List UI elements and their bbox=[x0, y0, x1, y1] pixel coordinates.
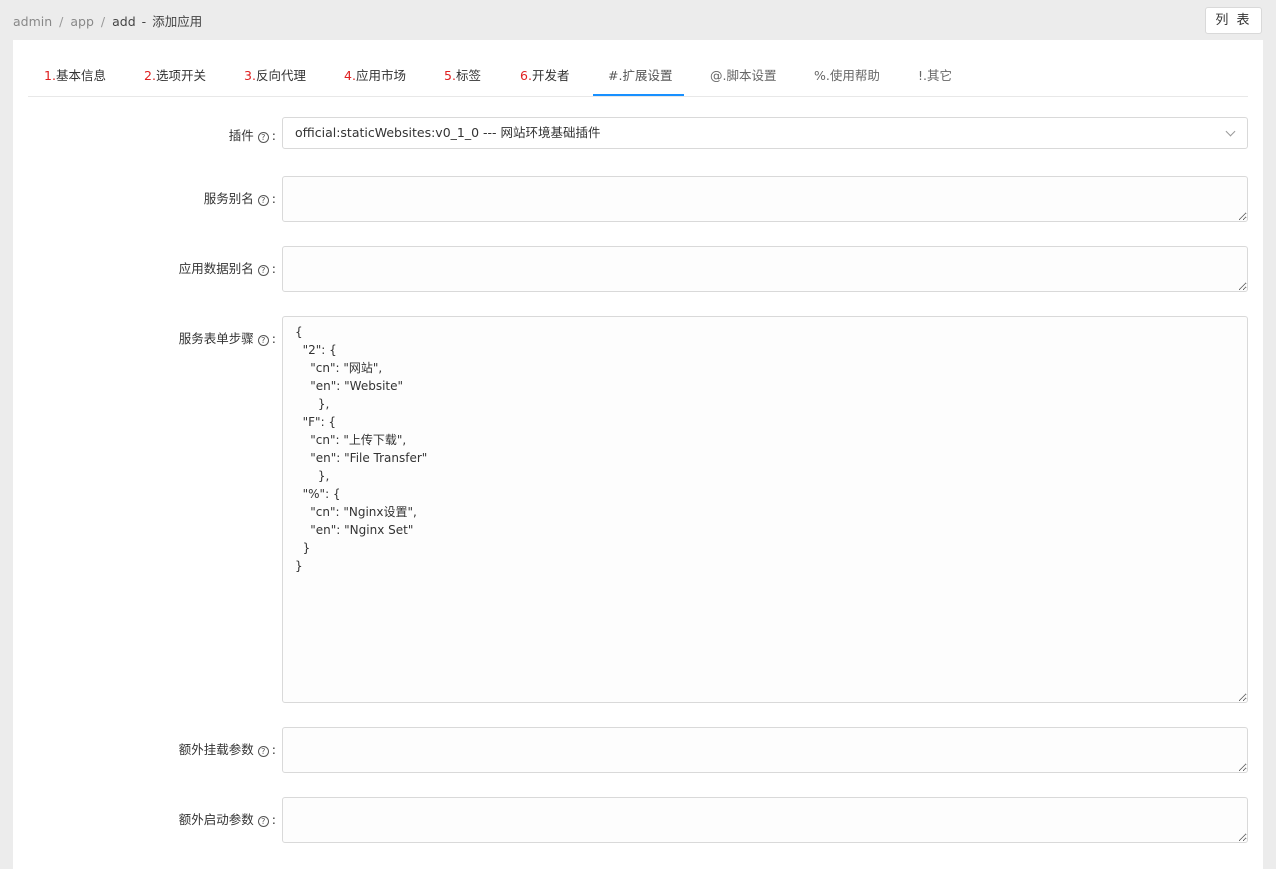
tab-number: 2. bbox=[144, 68, 156, 83]
breadcrumb: admin / app / add - 添加应用 bbox=[13, 11, 202, 30]
help-icon[interactable]: ? bbox=[257, 816, 269, 827]
breadcrumb-separator: / bbox=[59, 14, 64, 29]
page-title: 添加应用 bbox=[152, 14, 203, 29]
tab-label: @.脚本设置 bbox=[710, 68, 777, 83]
main-panel: 1.基本信息 2.选项开关 3.反向代理 4.应用市场 5.标签 6.开发者 #… bbox=[13, 40, 1263, 869]
extra-mount-params-input[interactable] bbox=[282, 727, 1248, 773]
tab-label: 标签 bbox=[455, 68, 481, 83]
tab-number: 4. bbox=[344, 68, 356, 83]
help-icon[interactable]: ? bbox=[257, 195, 269, 206]
tab-usage-help[interactable]: %.使用帮助 bbox=[814, 57, 880, 97]
extra-mount-params-label: 额外挂载参数?: bbox=[178, 742, 276, 757]
tab-label: 应用市场 bbox=[355, 68, 406, 83]
help-icon[interactable]: ? bbox=[257, 335, 269, 346]
plugin-label: 插件?: bbox=[228, 128, 276, 143]
tab-number: 6. bbox=[520, 68, 532, 83]
tab-label: 反向代理 bbox=[255, 68, 306, 83]
tab-basic-info[interactable]: 1.基本信息 bbox=[44, 57, 106, 97]
service-alias-input[interactable] bbox=[282, 176, 1248, 222]
chevron-down-icon bbox=[1225, 126, 1236, 137]
help-icon[interactable]: ? bbox=[257, 132, 269, 143]
tab-bar: 1.基本信息 2.选项开关 3.反向代理 4.应用市场 5.标签 6.开发者 #… bbox=[28, 57, 1248, 97]
help-icon[interactable]: ? bbox=[257, 265, 269, 276]
tab-other[interactable]: !.其它 bbox=[918, 57, 952, 97]
breadcrumb-dash: - bbox=[141, 14, 147, 29]
tab-number: 3. bbox=[244, 68, 256, 83]
tab-extension-settings[interactable]: #.扩展设置 bbox=[608, 57, 672, 97]
tab-label: %.使用帮助 bbox=[814, 68, 880, 83]
breadcrumb-add: add bbox=[112, 14, 136, 29]
service-form-steps-input[interactable]: { "2": { "cn": "网站", "en": "Website" }, … bbox=[282, 316, 1248, 703]
tab-reverse-proxy[interactable]: 3.反向代理 bbox=[244, 57, 306, 97]
app-data-alias-input[interactable] bbox=[282, 246, 1248, 292]
list-button[interactable]: 列 表 bbox=[1205, 7, 1262, 34]
tab-app-market[interactable]: 4.应用市场 bbox=[344, 57, 406, 97]
tab-label: #.扩展设置 bbox=[608, 68, 673, 83]
tab-label: 开发者 bbox=[531, 68, 570, 83]
breadcrumb-admin[interactable]: admin bbox=[13, 14, 52, 29]
top-bar: admin / app / add - 添加应用 列 表 bbox=[0, 0, 1276, 40]
tab-tags[interactable]: 5.标签 bbox=[444, 57, 481, 97]
tab-option-switches[interactable]: 2.选项开关 bbox=[144, 57, 206, 97]
active-tab-indicator bbox=[593, 94, 684, 96]
tab-label: 基本信息 bbox=[55, 68, 106, 83]
tab-number: 5. bbox=[444, 68, 456, 83]
tab-label: 选项开关 bbox=[155, 68, 206, 83]
breadcrumb-separator: / bbox=[100, 14, 106, 29]
service-form-steps-label: 服务表单步骤?: bbox=[178, 331, 276, 346]
service-alias-label: 服务别名?: bbox=[203, 191, 276, 206]
plugin-select[interactable]: official:staticWebsites:v0_1_0 --- 网站环境基… bbox=[282, 117, 1248, 149]
help-icon[interactable]: ? bbox=[257, 746, 269, 757]
app-data-alias-label: 应用数据别名?: bbox=[178, 261, 276, 276]
plugin-select-value: official:staticWebsites:v0_1_0 --- 网站环境基… bbox=[295, 125, 601, 140]
tab-number: 1. bbox=[44, 68, 56, 83]
tab-developer[interactable]: 6.开发者 bbox=[520, 57, 569, 97]
breadcrumb-app[interactable]: app bbox=[70, 14, 94, 29]
extra-start-params-input[interactable] bbox=[282, 797, 1248, 843]
tab-script-settings[interactable]: @.脚本设置 bbox=[710, 57, 776, 97]
extra-start-params-label: 额外启动参数?: bbox=[178, 812, 276, 827]
tab-label: !.其它 bbox=[918, 68, 952, 83]
